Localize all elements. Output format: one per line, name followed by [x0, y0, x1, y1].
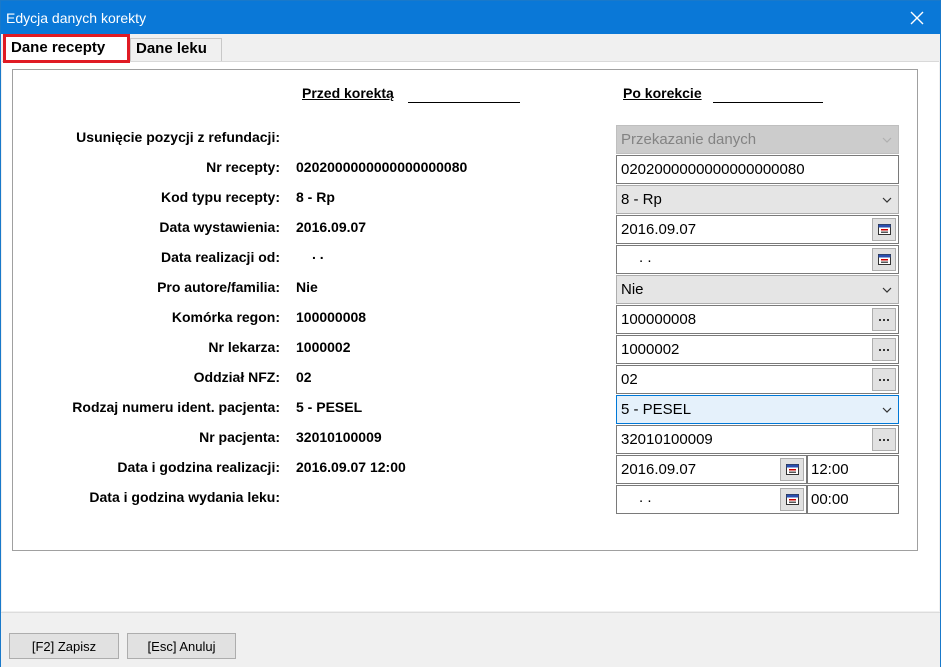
dialog-window: Edycja danych korekty Dane recepty Dane …: [0, 0, 941, 667]
label-data-godzina-realizacji: Data i godzina realizacji:: [117, 459, 280, 475]
label-nr-pacjenta: Nr pacjenta:: [199, 429, 280, 445]
tab-panel: Przed korektą Po korekcie Usunięcie pozy…: [2, 61, 939, 611]
calendar-icon: [877, 254, 891, 265]
ellipsis-icon: [879, 348, 889, 351]
label-pro-autore: Pro autore/familia:: [157, 279, 280, 295]
input-komorka-regon[interactable]: 100000008: [616, 305, 899, 334]
footer-bar: [F2] Zapisz [Esc] Anuluj: [1, 612, 940, 667]
calendar-icon: [877, 224, 891, 235]
calendar-button[interactable]: [780, 458, 804, 481]
value-before-komorka-regon: 100000008: [296, 309, 367, 325]
select-kod-typu[interactable]: 8 - Rp: [616, 185, 899, 214]
column-header-before: Przed korektą: [302, 85, 394, 101]
label-usuniecie: Usunięcie pozycji z refundacji:: [76, 129, 280, 145]
lookup-button[interactable]: [872, 428, 896, 451]
input-nr-recepty[interactable]: 0202000000000000000080: [616, 155, 899, 184]
title-bar: Edycja danych korekty: [1, 1, 940, 34]
calendar-icon: [785, 494, 799, 505]
label-nr-recepty: Nr recepty:: [206, 159, 280, 175]
save-button[interactable]: [F2] Zapisz: [9, 633, 119, 659]
value-before-nr-pacjenta: 32010100009: [296, 429, 382, 445]
lookup-button[interactable]: [872, 368, 896, 391]
header-underline-before: [408, 102, 520, 103]
correction-group: Przed korektą Po korekcie Usunięcie pozy…: [12, 69, 918, 551]
calendar-button[interactable]: [780, 488, 804, 511]
value-before-rodzaj-numeru: 5 - PESEL: [296, 399, 363, 415]
ellipsis-icon: [879, 318, 889, 321]
tab-strip: Dane recepty Dane leku: [1, 34, 940, 63]
label-kod-typu: Kod typu recepty:: [160, 189, 280, 205]
label-data-realizacji-od: Data realizacji od:: [160, 249, 280, 265]
lookup-button[interactable]: [872, 338, 896, 361]
select-pro-autore[interactable]: Nie: [616, 275, 899, 304]
calendar-icon: [785, 464, 799, 475]
input-data-realizacji[interactable]: 2016.09.07: [616, 455, 807, 484]
value-before-data-godzina-realizacji: 2016.09.07 12:00: [296, 459, 406, 475]
chevron-down-icon: [882, 407, 892, 413]
window-title: Edycja danych korekty: [6, 10, 147, 26]
header-underline-after: [713, 102, 823, 103]
input-godzina-wydania[interactable]: 00:00: [807, 485, 899, 514]
value-before-data-realizacji-od: . .: [312, 246, 324, 262]
chevron-down-icon: [882, 197, 892, 203]
label-oddzial-nfz: Oddział NFZ:: [193, 369, 280, 385]
value-before-kod-typu: 8 - Rp: [296, 189, 335, 205]
input-nr-lekarza[interactable]: 1000002: [616, 335, 899, 364]
value-before-nr-lekarza: 1000002: [296, 339, 351, 355]
close-icon: [910, 11, 924, 24]
ellipsis-icon: [879, 438, 889, 441]
chevron-down-icon: [882, 137, 892, 143]
cancel-button[interactable]: [Esc] Anuluj: [127, 633, 236, 659]
label-data-wystawienia: Data wystawienia:: [159, 219, 280, 235]
input-nr-pacjenta[interactable]: 32010100009: [616, 425, 899, 454]
tab-dane-leku[interactable]: Dane leku: [130, 38, 222, 61]
value-before-data-wystawienia: 2016.09.07: [296, 219, 367, 235]
input-data-realizacji-od[interactable]: . .: [616, 245, 899, 274]
value-before-oddzial-nfz: 02: [296, 369, 312, 385]
label-nr-lekarza: Nr lekarza:: [208, 339, 280, 355]
calendar-button[interactable]: [872, 248, 896, 271]
label-rodzaj-numeru: Rodzaj numeru ident. pacjenta:: [72, 399, 280, 415]
lookup-button[interactable]: [872, 308, 896, 331]
select-rodzaj-numeru[interactable]: 5 - PESEL: [616, 395, 899, 424]
label-komorka-regon: Komórka regon:: [171, 309, 280, 325]
select-usuniecie: Przekazanie danych: [616, 125, 899, 154]
value-before-pro-autore: Nie: [296, 279, 318, 295]
column-header-after: Po korekcie: [623, 85, 702, 101]
input-data-wydania[interactable]: . .: [616, 485, 807, 514]
input-data-wystawienia[interactable]: 2016.09.07: [616, 215, 899, 244]
chevron-down-icon: [882, 287, 892, 293]
value-before-nr-recepty: 0202000000000000000080: [296, 159, 468, 175]
label-data-godzina-wydania: Data i godzina wydania leku:: [89, 489, 280, 505]
input-godzina-realizacji[interactable]: 12:00: [807, 455, 899, 484]
tab-dane-recepty[interactable]: Dane recepty: [3, 34, 130, 63]
calendar-button[interactable]: [872, 218, 896, 241]
ellipsis-icon: [879, 378, 889, 381]
close-button[interactable]: [894, 1, 940, 34]
input-oddzial-nfz[interactable]: 02: [616, 365, 899, 394]
